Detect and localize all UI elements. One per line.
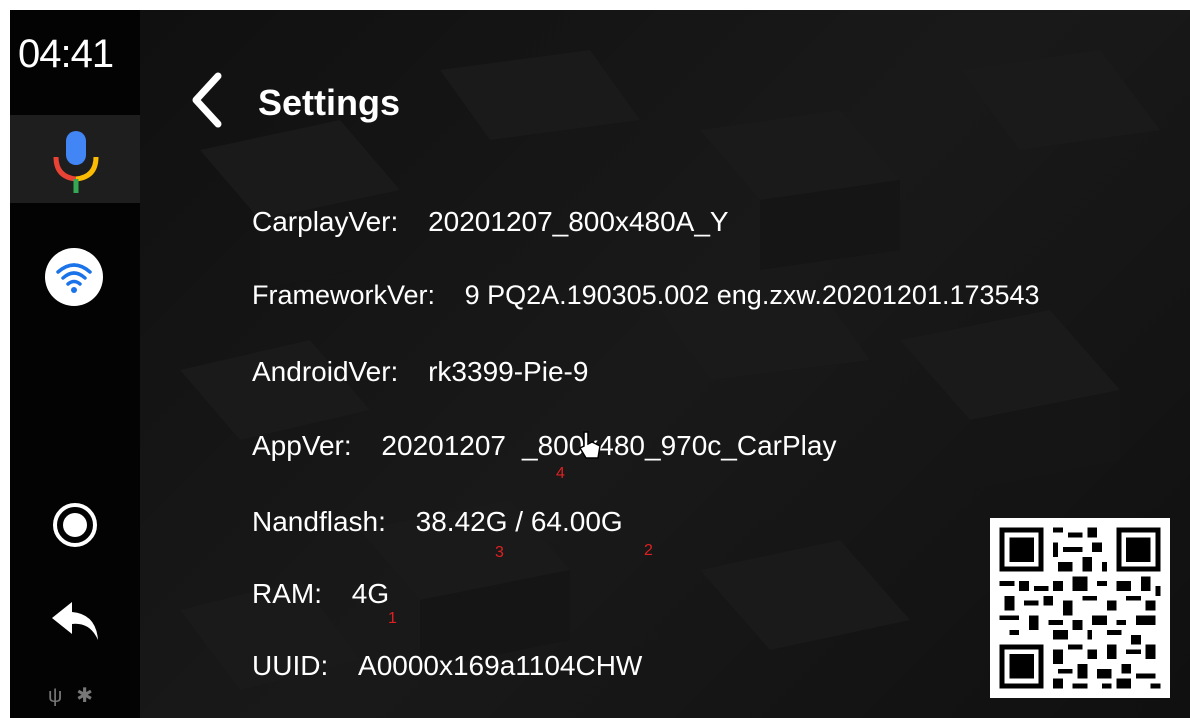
app-version-label: AppVer: bbox=[252, 430, 352, 461]
carplay-version-value: 20201207_800x480A_Y bbox=[428, 206, 729, 237]
usb-icon: ψ bbox=[48, 685, 63, 707]
carplay-version-label: CarplayVer: bbox=[252, 206, 399, 237]
bluetooth-icon: ✱ bbox=[76, 685, 94, 707]
nandflash-value: 38.42G / 64.00G bbox=[415, 506, 623, 537]
android-version-row: AndroidVer: rk3399-Pie-9 bbox=[252, 356, 588, 388]
android-version-label: AndroidVer: bbox=[252, 356, 399, 387]
connection-status: ψ ✱ bbox=[48, 683, 107, 708]
framework-version-label: FrameworkVer: bbox=[252, 280, 436, 310]
uuid-label: UUID: bbox=[252, 650, 329, 681]
annotation-marker-3: 3 bbox=[495, 544, 504, 561]
framework-version-row: FrameworkVer: 9 PQ2A.190305.002 eng.zxw.… bbox=[252, 280, 1040, 311]
screen: 04:41 ψ ✱ Settings CarplayVer: 20201207_… bbox=[10, 10, 1190, 718]
back-arrow-icon[interactable] bbox=[50, 598, 102, 644]
uuid-row: UUID: A0000x169a1104CHW bbox=[252, 650, 642, 682]
pointer-cursor-icon bbox=[578, 431, 601, 459]
back-button[interactable] bbox=[188, 70, 224, 130]
app-version-row: AppVer: 20201207 _800x480_970c_CarPlay bbox=[252, 430, 836, 462]
framework-version-value: 9 PQ2A.190305.002 eng.zxw.20201201.17354… bbox=[464, 280, 1040, 310]
wifi-icon[interactable] bbox=[45, 248, 103, 306]
uuid-value: A0000x169a1104CHW bbox=[358, 650, 643, 681]
annotation-marker-2: 2 bbox=[644, 542, 653, 559]
voice-assistant-button[interactable] bbox=[10, 115, 140, 203]
nandflash-label: Nandflash: bbox=[252, 506, 386, 537]
page-title: Settings bbox=[258, 82, 401, 123]
app-version-value: 20201207 _800x480_970c_CarPlay bbox=[381, 430, 837, 461]
ram-value: 4G bbox=[351, 578, 390, 609]
annotation-marker-1: 1 bbox=[388, 610, 397, 627]
carplay-version-row: CarplayVer: 20201207_800x480A_Y bbox=[252, 206, 729, 238]
ram-label: RAM: bbox=[252, 578, 322, 609]
nandflash-row: Nandflash: 38.42G / 64.00G bbox=[252, 506, 623, 538]
qr-code bbox=[990, 518, 1170, 698]
android-version-value: rk3399-Pie-9 bbox=[428, 356, 589, 387]
clock: 04:41 bbox=[18, 32, 114, 76]
mic-icon bbox=[53, 131, 99, 193]
home-circle-icon[interactable] bbox=[52, 502, 98, 548]
settings-panel: Settings CarplayVer: 20201207_800x480A_Y… bbox=[140, 10, 1190, 718]
annotation-marker-4: 4 bbox=[556, 465, 565, 482]
ram-row: RAM: 4G bbox=[252, 578, 389, 610]
sidebar: 04:41 ψ ✱ bbox=[10, 10, 140, 718]
